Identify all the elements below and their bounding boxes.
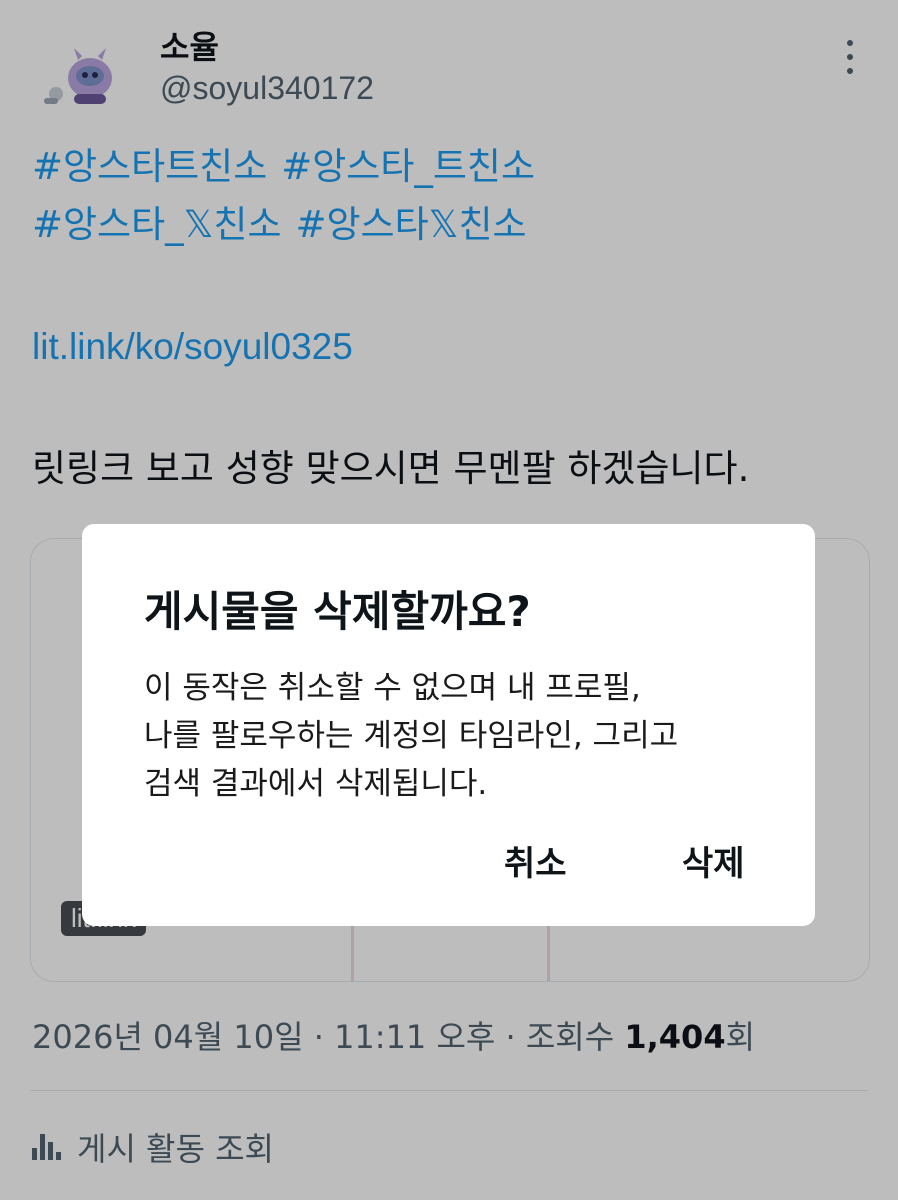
dialog-message-line: 이 동작은 취소할 수 없으며 내 프로필,	[144, 670, 641, 706]
dialog-message-line: 나를 팔로우하는 계정의 타임라인, 그리고	[144, 718, 679, 754]
cancel-button[interactable]: 취소	[490, 830, 581, 890]
delete-button[interactable]: 삭제	[668, 830, 759, 890]
dialog-title: 게시물을 삭제할까요?	[144, 587, 531, 636]
dialog-message: 이 동작은 취소할 수 없으며 내 프로필, 나를 팔로우하는 계정의 타임라인…	[144, 664, 784, 808]
post-detail-screen: 소율 @soyul340172 #앙스타트친소 #앙스타_트친소 #앙스타_𝕏친소…	[0, 0, 898, 1200]
dialog-message-line: 검색 결과에서 삭제됩니다.	[144, 766, 488, 802]
delete-confirm-dialog: 게시물을 삭제할까요? 이 동작은 취소할 수 없으며 내 프로필, 나를 팔로…	[82, 524, 815, 926]
